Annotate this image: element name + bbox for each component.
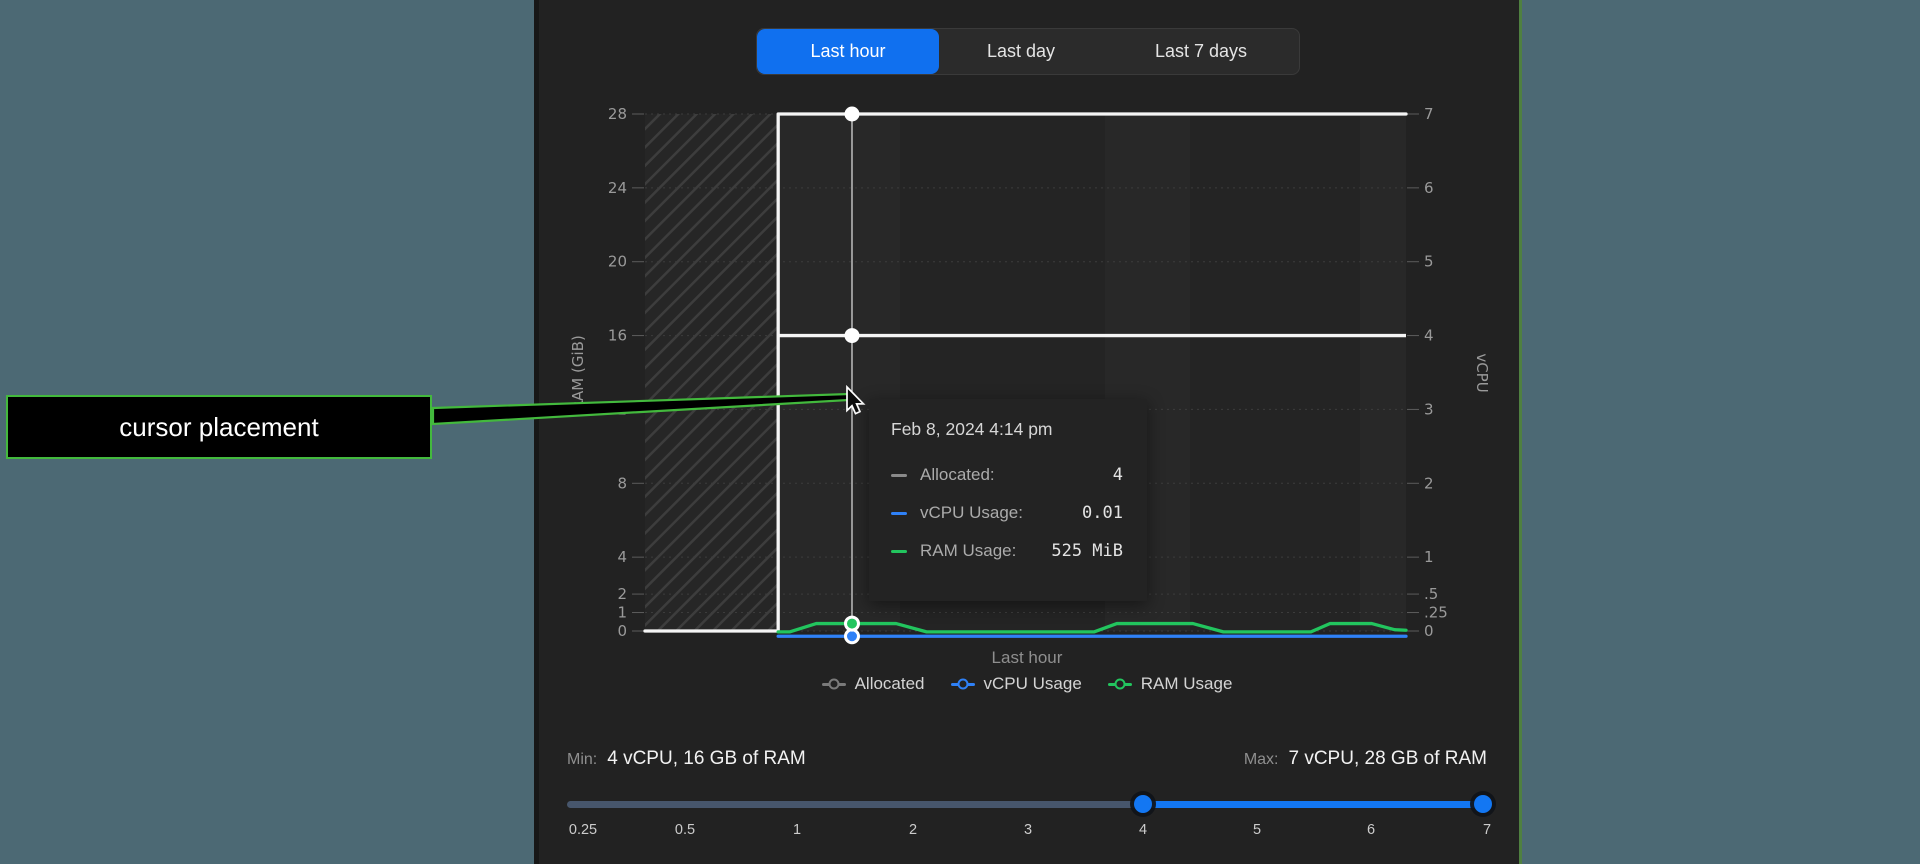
svg-text:20: 20 <box>608 253 627 271</box>
left-axis-title: RAM (GiB) <box>569 335 587 411</box>
screen: Last hour Last day Last 7 days 282420161… <box>0 0 1920 864</box>
tooltip-timestamp: Feb 8, 2024 4:14 pm <box>891 419 1123 440</box>
tooltip-value: 4 <box>1113 465 1123 485</box>
tooltip-value: 525 MiB <box>1051 541 1123 561</box>
slider-max-handle[interactable] <box>1474 795 1492 813</box>
slider-tick: 4 <box>1139 822 1147 838</box>
svg-text:0: 0 <box>617 622 627 640</box>
svg-text:8: 8 <box>617 474 627 492</box>
slider-active-range <box>1143 801 1490 808</box>
svg-text:16: 16 <box>608 327 627 345</box>
chart-tooltip: Feb 8, 2024 4:14 pm Allocated: 4 vCPU Us… <box>869 399 1147 601</box>
svg-text:.5: .5 <box>1424 585 1438 603</box>
tooltip-value: 0.01 <box>1082 503 1123 523</box>
ram-series-swatch <box>891 550 907 553</box>
slider-tick: 2 <box>909 822 917 838</box>
no-data-hatched-region <box>645 114 778 631</box>
legend-item-ram-usage[interactable]: RAM Usage <box>1108 674 1233 694</box>
slider-tick: 3 <box>1024 822 1032 838</box>
max-label: Max: <box>1244 751 1279 769</box>
svg-text:4: 4 <box>617 548 627 566</box>
max-allocation: Max: 7 vCPU, 28 GB of RAM <box>1244 748 1487 770</box>
annotation-text: cursor placement <box>119 412 318 443</box>
ram-line-icon <box>1108 683 1132 686</box>
min-value: 4 vCPU, 16 GB of RAM <box>607 748 806 770</box>
x-axis-label: Last hour <box>534 648 1520 668</box>
tooltip-row-vcpu-usage: vCPU Usage: 0.01 <box>891 503 1123 523</box>
svg-text:0: 0 <box>1424 622 1434 640</box>
right-axis-title: vCPU <box>1473 353 1491 392</box>
slider-tick: 5 <box>1253 822 1261 838</box>
svg-text:5: 5 <box>1424 253 1434 271</box>
legend-label: vCPU Usage <box>984 674 1082 694</box>
allocated-line-icon <box>822 683 846 686</box>
slider-tick: 0.25 <box>569 822 597 838</box>
chart-legend: Allocated vCPU Usage RAM Usage <box>534 674 1520 694</box>
min-allocation: Min: 4 vCPU, 16 GB of RAM <box>567 748 806 770</box>
vcpu-series-swatch <box>891 512 907 515</box>
vcpu-range-slider-track[interactable] <box>567 801 1490 808</box>
svg-text:1: 1 <box>617 604 627 622</box>
svg-text:7: 7 <box>1424 105 1434 123</box>
slider-tick-labels: 0.25 0.5 1 2 3 4 5 6 7 <box>0 822 1920 842</box>
tooltip-label: vCPU Usage: <box>920 503 1023 523</box>
svg-text:4: 4 <box>1424 327 1434 345</box>
tooltip-row-ram-usage: RAM Usage: 525 MiB <box>891 541 1123 561</box>
tooltip-label: Allocated: <box>920 465 995 485</box>
legend-label: RAM Usage <box>1141 674 1233 694</box>
legend-item-vcpu-usage[interactable]: vCPU Usage <box>951 674 1082 694</box>
slider-tick: 0.5 <box>675 822 695 838</box>
slider-tick: 1 <box>793 822 801 838</box>
svg-text:.25: .25 <box>1424 604 1448 622</box>
tooltip-row-allocated: Allocated: 4 <box>891 465 1123 485</box>
legend-label: Allocated <box>855 674 925 694</box>
svg-text:24: 24 <box>608 179 627 197</box>
plot-band-dark <box>1190 114 1360 631</box>
slider-tick: 6 <box>1367 822 1375 838</box>
svg-text:28: 28 <box>608 105 627 123</box>
svg-text:6: 6 <box>1424 179 1434 197</box>
slider-min-handle[interactable] <box>1134 795 1152 813</box>
allocation-range-summary: Min: 4 vCPU, 16 GB of RAM Max: 7 vCPU, 2… <box>567 748 1487 776</box>
svg-text:2: 2 <box>617 585 627 603</box>
legend-item-allocated[interactable]: Allocated <box>822 674 925 694</box>
tooltip-label: RAM Usage: <box>920 541 1016 561</box>
svg-text:1: 1 <box>1424 548 1434 566</box>
annotation-label-box: cursor placement <box>6 395 432 459</box>
max-value: 7 vCPU, 28 GB of RAM <box>1288 748 1487 770</box>
allocated-series-swatch <box>891 474 907 477</box>
svg-text:2: 2 <box>1424 474 1434 492</box>
vcpu-line-icon <box>951 683 975 686</box>
svg-text:3: 3 <box>1424 400 1434 418</box>
min-label: Min: <box>567 751 597 769</box>
slider-tick: 7 <box>1483 822 1491 838</box>
